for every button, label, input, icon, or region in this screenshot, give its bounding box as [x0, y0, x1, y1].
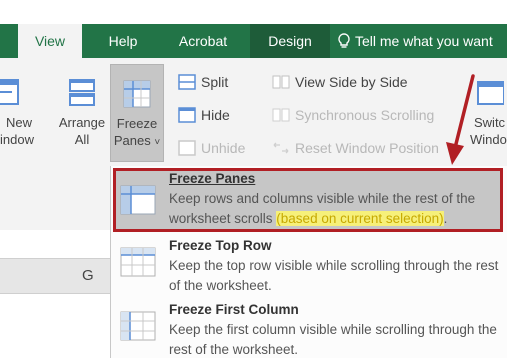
menu-item-freeze-panes[interactable]: Freeze Panes Keep rows and columns visib… [111, 166, 507, 236]
hide-icon [178, 107, 196, 123]
view-side-by-side-button[interactable]: View Side by Side [272, 74, 408, 90]
freeze-panes-label-1: Freeze [116, 116, 158, 131]
freeze-panes-icon [120, 185, 156, 215]
side-by-side-icon [272, 75, 290, 89]
switch-windows-icon [477, 81, 504, 105]
freeze-top-row-icon [120, 247, 156, 277]
new-window-button[interactable]: New indow [0, 78, 36, 148]
column-label: G [82, 267, 94, 284]
ribbon-tab-bar: View Help Acrobat Design Tell me what yo… [0, 0, 507, 58]
freeze-panes-button[interactable]: Freeze Panes ˅ [110, 64, 164, 162]
split-icon [178, 74, 196, 90]
menu-item-description: Keep the top row visible while scrolling… [169, 258, 499, 293]
arrange-all-icon [69, 79, 95, 106]
menu-item-freeze-top-row[interactable]: Freeze Top Row Keep the top row visible … [111, 236, 507, 298]
freeze-first-column-icon [120, 311, 156, 341]
split-button[interactable]: Split [178, 74, 228, 90]
synchronous-scrolling-button[interactable]: Synchronous Scrolling [272, 107, 434, 123]
tell-me-box[interactable]: Tell me what you want [337, 24, 493, 58]
switch-windows-label-1: Switc [474, 115, 506, 130]
formula-bar-area [0, 170, 110, 230]
new-window-icon [0, 79, 19, 105]
arrange-all-label-2: All [74, 132, 90, 147]
reset-window-position-button[interactable]: Reset Window Position [272, 140, 439, 156]
tab-help[interactable]: Help [92, 24, 154, 58]
reset-window-icon [273, 142, 289, 154]
menu-item-description: Keep the first column visible while scro… [169, 322, 497, 357]
freeze-panes-icon [123, 80, 151, 108]
switch-windows-label-2: Window [470, 132, 507, 147]
switch-windows-button[interactable]: Switc Window [470, 78, 507, 148]
sync-scroll-icon [272, 108, 290, 122]
tab-design[interactable]: Design [250, 24, 330, 58]
unhide-icon [178, 140, 196, 156]
hide-button[interactable]: Hide [178, 107, 230, 123]
tab-acrobat[interactable]: Acrobat [162, 24, 244, 58]
menu-item-title: Freeze Panes [169, 171, 256, 186]
ribbon-panel: New indow Arrange All Freeze Panes ˅ Spl… [0, 58, 507, 171]
freeze-panes-menu: Freeze Panes Keep rows and columns visib… [110, 166, 507, 358]
freeze-panes-label-2: Panes ˅ [113, 133, 161, 148]
menu-item-description: Keep rows and columns visible while the … [169, 191, 476, 226]
chevron-down-icon: ˅ [154, 137, 161, 148]
arrange-all-button[interactable]: Arrange All [52, 78, 112, 148]
annotation-highlight: (based on current selection) [276, 211, 444, 226]
tab-view[interactable]: View [18, 24, 82, 58]
title-strip [0, 0, 507, 24]
tell-me-label: Tell me what you want [355, 33, 493, 49]
column-header-g[interactable]: G [0, 258, 110, 294]
menu-item-freeze-first-column[interactable]: Freeze First Column Keep the first colum… [111, 300, 507, 358]
new-window-label-2: indow [0, 132, 34, 147]
menu-item-title: Freeze Top Row [169, 238, 272, 253]
lightbulb-icon [338, 33, 350, 48]
new-window-label-1: New [6, 115, 33, 130]
arrange-all-label-1: Arrange [58, 115, 106, 130]
unhide-button[interactable]: Unhide [178, 140, 245, 156]
menu-item-title: Freeze First Column [169, 302, 299, 317]
